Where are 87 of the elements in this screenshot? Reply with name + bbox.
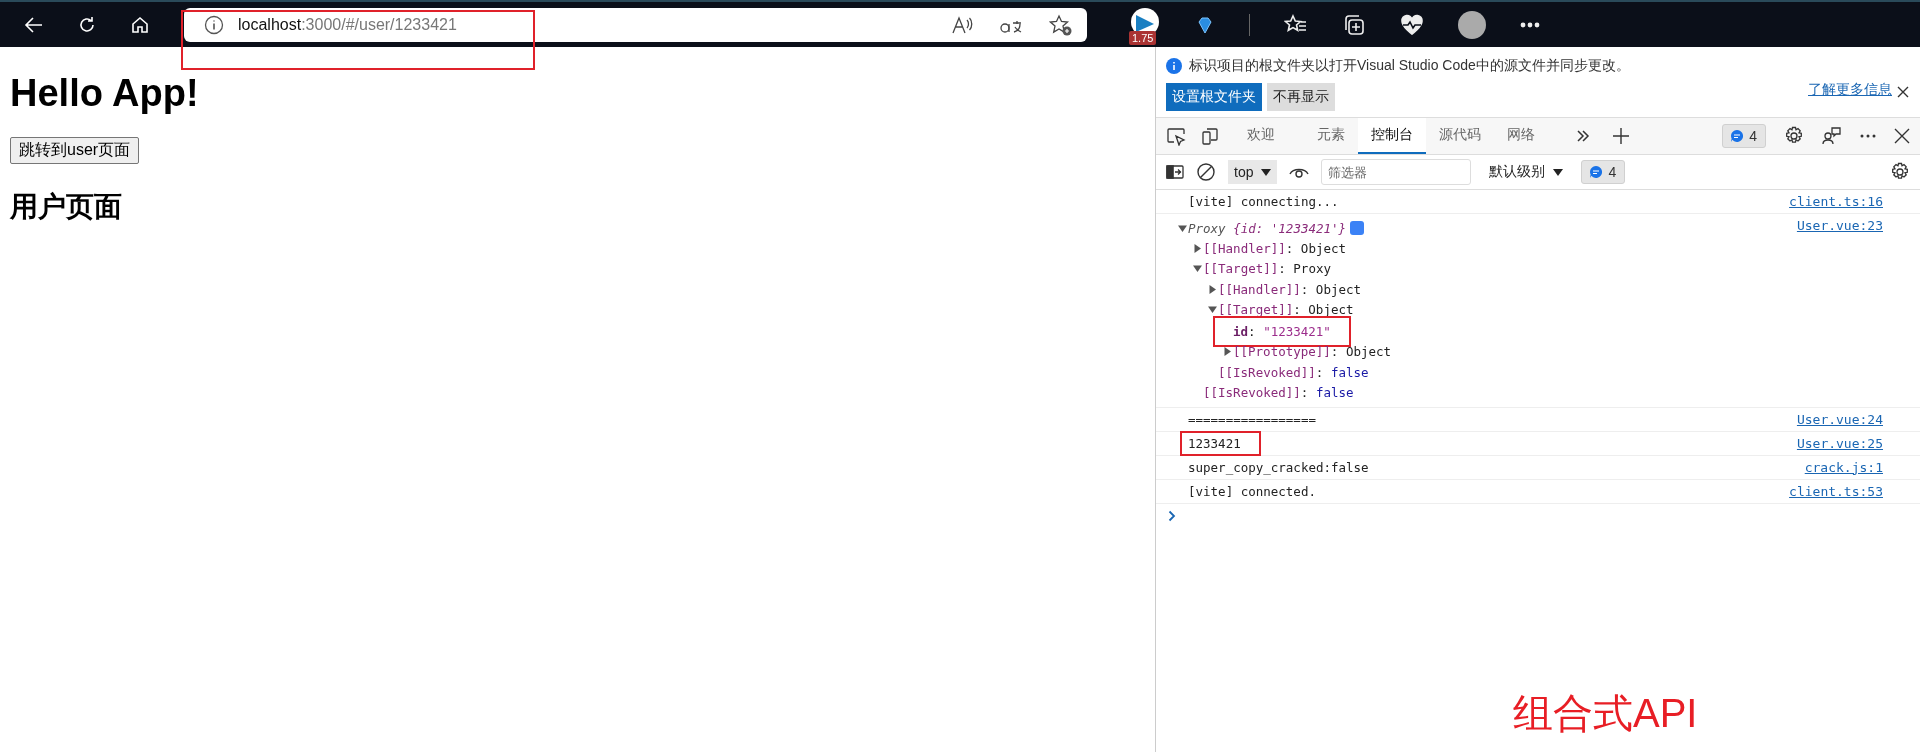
expand-triangle-icon[interactable] <box>1207 284 1217 294</box>
address-bar[interactable]: localhost:3000/#/user/1233421 <box>184 7 1087 42</box>
back-arrow-icon[interactable] <box>24 14 44 35</box>
source-link[interactable]: client.ts:53 <box>1789 483 1883 499</box>
caret-icon <box>1261 168 1272 176</box>
collapse-triangle-icon[interactable] <box>1192 264 1202 274</box>
property-key: id <box>1233 324 1249 339</box>
property-key: [[Handler]] <box>1218 281 1301 297</box>
refresh-icon[interactable] <box>77 14 97 35</box>
devtools-tab[interactable]: 控制台 <box>1358 118 1426 154</box>
source-link[interactable]: crack.js:1 <box>1804 459 1883 475</box>
object-preview: Proxy {id: '1233421'} <box>1188 220 1347 236</box>
property-key: [[Prototype]] <box>1233 344 1331 360</box>
colon-separator: : <box>1293 301 1302 317</box>
learn-more-link[interactable]: 了解更多信息 <box>1808 81 1892 99</box>
feedback-icon[interactable] <box>1822 126 1842 146</box>
devtools-tab[interactable]: 网络 <box>1494 118 1548 154</box>
add-favorite-star-icon[interactable] <box>1049 13 1073 36</box>
console-message: super_copy_cracked:false <box>1188 459 1369 475</box>
devtools-tab[interactable]: 源代码 <box>1426 118 1494 154</box>
info-message: 标识项目的根文件夹以打开Visual Studio Code中的源文件并同步更改。 <box>1189 57 1630 75</box>
colon-separator: : <box>1285 240 1295 256</box>
property-value: Proxy <box>1293 261 1331 277</box>
source-link[interactable]: client.ts:16 <box>1789 194 1883 209</box>
message-counter[interactable]: 4 <box>1581 160 1626 184</box>
devtools-tab[interactable]: 欢迎 <box>1234 118 1288 154</box>
property-key: [[Target]] <box>1218 301 1294 317</box>
collapse-triangle-icon[interactable] <box>1177 223 1187 233</box>
set-root-folder-button[interactable]: 设置根文件夹 <box>1166 83 1262 111</box>
settings-icon[interactable] <box>1784 126 1804 146</box>
chat-bubble-icon <box>1731 130 1744 142</box>
navigate-button[interactable]: 跳转到user页面 <box>10 137 140 164</box>
colon-separator: : <box>1330 344 1340 360</box>
colon-separator: : <box>1315 364 1325 380</box>
prompt-chevron-icon[interactable] <box>1168 509 1176 522</box>
more-tabs-chevron-icon[interactable] <box>1576 130 1590 142</box>
expand-triangle-icon[interactable] <box>1222 347 1232 357</box>
collections-icon[interactable] <box>1342 12 1366 37</box>
console-message: [vite] connecting... <box>1188 194 1339 209</box>
home-icon[interactable] <box>130 14 150 35</box>
close-icon[interactable] <box>1896 85 1910 99</box>
filter-field[interactable]: 筛选器 <box>1321 159 1472 185</box>
colon-separator: : <box>1248 324 1257 339</box>
chat-bubble-icon <box>1590 166 1603 178</box>
page-subheading: 用户页面 <box>10 190 123 224</box>
colon-separator: : <box>1278 261 1287 277</box>
property-key: [[Target]] <box>1203 261 1279 277</box>
inspect-icon[interactable] <box>1166 126 1186 146</box>
settings-icon[interactable] <box>1890 162 1910 182</box>
source-link[interactable]: User.vue:24 <box>1796 411 1883 427</box>
source-link[interactable]: User.vue:23 <box>1796 218 1883 233</box>
console-message: 1233421 <box>1188 435 1241 451</box>
devtools-tab[interactable]: 元素 <box>1304 118 1358 154</box>
read-aloud-icon[interactable] <box>951 14 973 35</box>
colon-separator: : <box>1300 281 1310 297</box>
dont-show-again-button[interactable]: 不再显示 <box>1267 83 1335 111</box>
clear-console-icon[interactable] <box>1196 162 1216 182</box>
colon-separator: : <box>1300 384 1310 400</box>
property-key: [[IsRevoked]] <box>1218 364 1316 380</box>
property-value: false <box>1330 364 1369 380</box>
profile-avatar[interactable] <box>1458 10 1486 39</box>
more-icon[interactable] <box>1860 134 1876 138</box>
issues-counter[interactable]: 4 <box>1722 124 1766 148</box>
device-emulation-icon[interactable] <box>1200 126 1220 146</box>
console-message: [vite] connected. <box>1188 483 1316 499</box>
close-icon[interactable] <box>1894 128 1910 144</box>
property-value: Object <box>1300 240 1346 256</box>
property-value: Object <box>1315 281 1361 297</box>
caret-icon <box>1553 168 1564 176</box>
property-value: Object <box>1308 301 1354 317</box>
heart-pulse-icon[interactable] <box>1400 13 1424 36</box>
page-heading: Hello App! <box>10 72 200 115</box>
more-icon[interactable] <box>1520 21 1540 28</box>
source-link[interactable]: User.vue:25 <box>1796 435 1883 451</box>
property-key: [[Handler]] <box>1203 240 1286 256</box>
property-value: Object <box>1345 344 1392 360</box>
console-message: ================= <box>1188 411 1316 427</box>
context-selector[interactable]: top <box>1228 160 1278 184</box>
property-key: [[IsRevoked]] <box>1203 384 1301 400</box>
expand-triangle-icon[interactable] <box>1192 243 1202 253</box>
annotation-label: 组合式API <box>1513 690 1698 737</box>
property-value: "1233421" <box>1263 324 1331 339</box>
log-level-dropdown[interactable]: 默认级别 <box>1483 162 1570 182</box>
collapse-triangle-icon[interactable] <box>1207 304 1217 314</box>
add-tab-icon[interactable] <box>1612 127 1630 145</box>
property-value: false <box>1315 384 1354 400</box>
sidebar-toggle-icon[interactable] <box>1166 165 1184 179</box>
